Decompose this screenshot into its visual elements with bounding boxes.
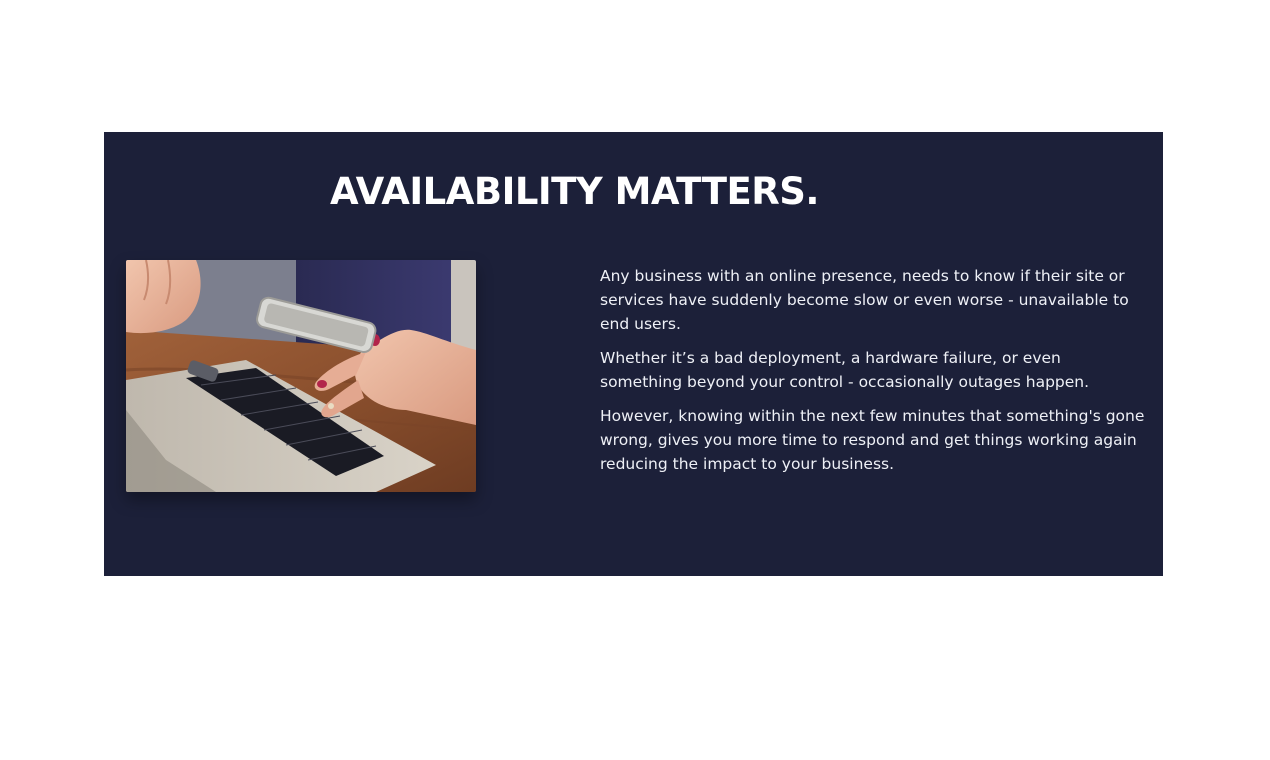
availability-section: AVAILABILITY MATTERS. Any business with … — [104, 132, 1163, 576]
phone-laptop-photo — [126, 260, 476, 492]
paragraph-2: Whether it’s a bad deployment, a hardwar… — [600, 349, 1090, 391]
paragraph-3: However, knowing within the next few min… — [600, 407, 1145, 473]
paragraph-1: Any business with an online presence, ne… — [600, 267, 1129, 333]
section-heading: AVAILABILITY MATTERS. — [330, 170, 819, 213]
section-body: Any business with an online presence, ne… — [600, 264, 1145, 486]
